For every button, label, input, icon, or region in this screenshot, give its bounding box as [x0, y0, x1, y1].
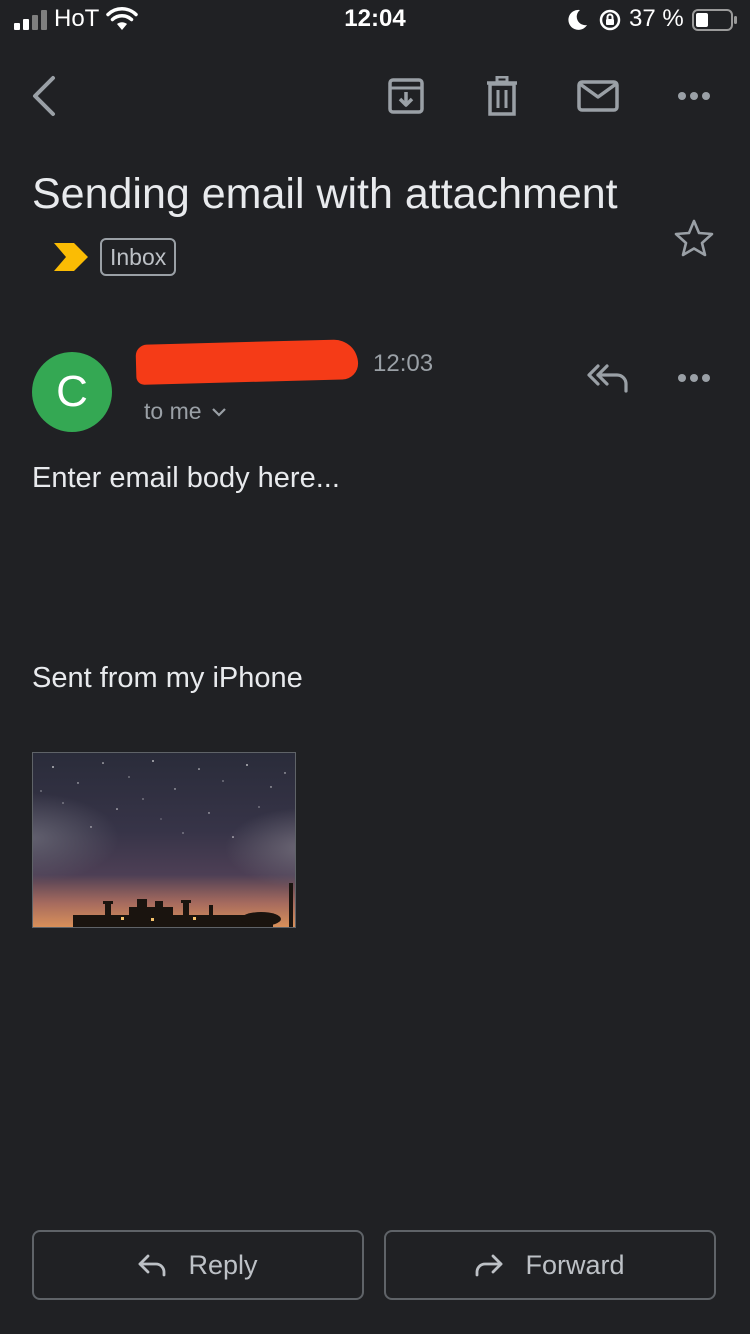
- reply-label: Reply: [188, 1249, 258, 1280]
- more-options-button[interactable]: [664, 56, 724, 136]
- orientation-lock-icon: [599, 9, 621, 31]
- battery-percent: 37 %: [629, 5, 684, 32]
- chevron-down-icon: [211, 407, 226, 417]
- avatar-initial: C: [56, 367, 88, 416]
- message-more-button[interactable]: [664, 350, 724, 406]
- more-icon: [678, 92, 710, 100]
- back-button[interactable]: [14, 56, 74, 136]
- recipient-label: to me: [144, 398, 202, 424]
- inbox-label[interactable]: Inbox: [100, 237, 177, 276]
- message-time: 12:03: [373, 350, 434, 377]
- email-subject: Sending email with attachment: [32, 170, 618, 218]
- status-bar: HoT 12:04 37 %: [0, 0, 750, 40]
- star-button[interactable]: [668, 212, 720, 264]
- mark-unread-button[interactable]: [568, 56, 628, 136]
- reply-button[interactable]: Reply: [32, 1230, 364, 1300]
- sender-avatar[interactable]: C: [32, 352, 112, 432]
- email-body: Enter email body here...: [32, 462, 340, 494]
- sender-name-redacted: [135, 338, 359, 385]
- forward-icon: [476, 1254, 503, 1277]
- reply-all-button[interactable]: [580, 350, 636, 406]
- email-toolbar: [0, 56, 750, 136]
- redaction-mark: [135, 339, 359, 385]
- back-icon: [33, 76, 55, 116]
- reply-icon: [139, 1254, 166, 1277]
- recipient-details-toggle[interactable]: to me: [144, 398, 226, 425]
- forward-button[interactable]: Forward: [384, 1230, 716, 1300]
- email-view-screen: HoT 12:04 37 % Sending email with attach…: [0, 0, 750, 1334]
- night-sky-image: [33, 753, 295, 927]
- battery-icon: [692, 9, 737, 31]
- forward-label: Forward: [525, 1249, 625, 1280]
- image-attachment-thumbnail[interactable]: [32, 752, 296, 928]
- trash-icon: [487, 76, 517, 116]
- mail-icon: [577, 80, 619, 112]
- archive-button[interactable]: [376, 56, 436, 136]
- archive-icon: [388, 78, 424, 114]
- more-icon: [678, 374, 710, 382]
- moon-icon: [568, 9, 587, 30]
- reply-all-icon: [587, 364, 628, 393]
- star-icon: [674, 219, 714, 257]
- email-signature: Sent from my iPhone: [32, 662, 303, 694]
- email-subject-block: Sending email with attachment Inbox: [32, 162, 642, 290]
- importance-marker-icon: [54, 242, 88, 271]
- delete-button[interactable]: [472, 56, 532, 136]
